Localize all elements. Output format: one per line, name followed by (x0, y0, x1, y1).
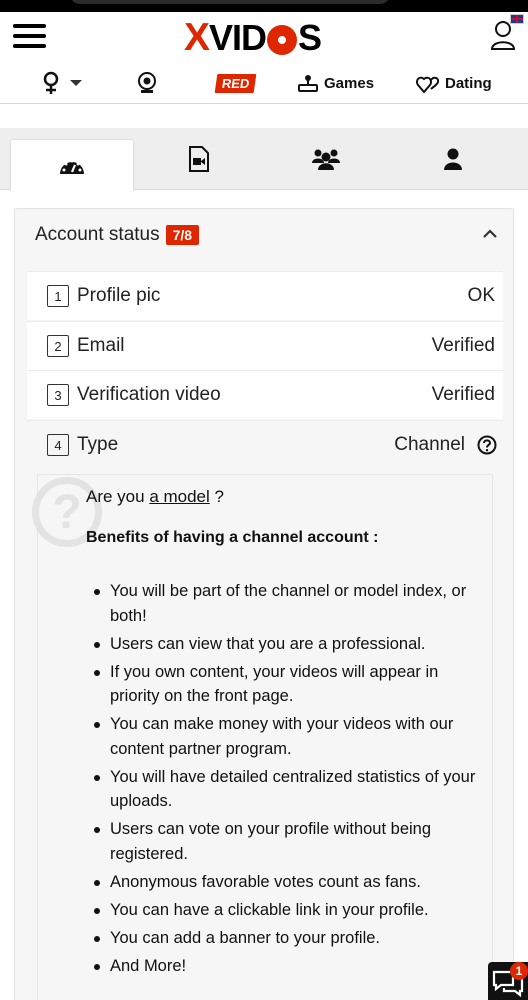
account-status-title: Account status (35, 224, 160, 245)
logo-text-b: S (298, 17, 322, 58)
row-label: Email (77, 335, 125, 356)
account-status-header[interactable]: Account status 7/8 (15, 209, 513, 261)
row-number: 2 (47, 335, 69, 357)
user-icon (444, 148, 462, 170)
row-value: Verified (431, 335, 495, 356)
dating-label: Dating (445, 74, 492, 92)
row-label: Verification video (77, 384, 221, 405)
logo-text-a: VID (209, 17, 267, 58)
site-logo[interactable]: X VID S (184, 16, 322, 60)
tab-dashboard[interactable] (10, 139, 134, 191)
status-badge: 7/8 (165, 225, 200, 245)
female-icon (43, 71, 59, 94)
red-link[interactable]: RED (214, 70, 257, 96)
chat-notification-badge: 1 (510, 962, 528, 980)
status-row-profile-pic: 1 Profile pic OK (27, 271, 503, 320)
status-row-verification-video: 3 Verification video Verified (27, 370, 503, 419)
model-question: Are you a model ? (86, 487, 224, 507)
row-value: Channel (394, 434, 465, 455)
category-nav: RED Games Dating (0, 64, 528, 104)
tab-profile[interactable] (391, 128, 515, 190)
dating-link[interactable]: Dating (416, 70, 492, 96)
notch (70, 0, 390, 4)
status-row-type: 4 Type Channel (27, 420, 503, 469)
games-link[interactable]: Games (298, 70, 374, 96)
row-label: Profile pic (77, 285, 161, 306)
benefits-list: You will be part of the channel or model… (86, 579, 476, 982)
group-users-icon (312, 149, 340, 170)
list-item: You can add a banner to your profile. (86, 926, 476, 951)
row-value: OK (467, 285, 495, 306)
list-item: You can have a clickable link in your pr… (86, 898, 476, 923)
list-item: You can make money with your videos with… (86, 712, 476, 761)
row-label: Type (77, 434, 119, 455)
row-number: 3 (47, 384, 69, 406)
account-status-panel: Account status 7/8 1 Profile pic OK 2 Em… (14, 208, 514, 1000)
row-value: Verified (431, 384, 495, 405)
list-item: Anonymous favorable votes count as fans. (86, 870, 476, 895)
logo-eye-icon (267, 25, 298, 55)
list-item: You will have detailed centralized stati… (86, 765, 476, 814)
chevron-up-icon[interactable] (483, 227, 497, 241)
list-item: Users can vote on your profile without b… (86, 817, 476, 866)
benefits-title: Benefits of having a channel account : (86, 529, 379, 546)
red-badge: RED (214, 73, 257, 93)
list-item: Users can view that you are a profession… (86, 632, 476, 657)
row-number: 4 (47, 434, 69, 456)
list-item: If you own content, your videos will app… (86, 660, 476, 709)
chevron-down-icon (70, 80, 82, 86)
site-header: X VID S (0, 12, 528, 64)
list-item: And More! (86, 954, 476, 979)
profile-tabs (0, 128, 528, 191)
user-account-icon[interactable] (490, 20, 516, 50)
ask-suffix: ? (209, 487, 224, 506)
tab-friends[interactable] (264, 128, 388, 190)
status-row-email: 2 Email Verified (27, 321, 503, 370)
hearts-icon (416, 76, 440, 94)
list-item: You will be part of the channel or model… (86, 579, 476, 628)
video-file-icon (189, 146, 209, 172)
status-bar (0, 0, 528, 12)
menu-icon[interactable] (13, 24, 46, 48)
row-number: 1 (47, 285, 69, 307)
webcam-link[interactable] (137, 70, 157, 96)
channel-info-box: ? Are you a model ? Benefits of having a… (32, 474, 493, 1000)
games-label: Games (324, 74, 375, 92)
ask-prefix: Are you (86, 487, 150, 506)
model-link[interactable]: a model (149, 487, 209, 506)
gender-selector[interactable] (42, 70, 82, 96)
logo-x: X (184, 16, 210, 59)
tab-videos[interactable] (137, 128, 261, 190)
help-icon[interactable] (477, 435, 497, 455)
dashboard-gauge-icon (60, 159, 84, 174)
joystick-icon (298, 75, 318, 92)
webcam-icon (138, 72, 156, 93)
